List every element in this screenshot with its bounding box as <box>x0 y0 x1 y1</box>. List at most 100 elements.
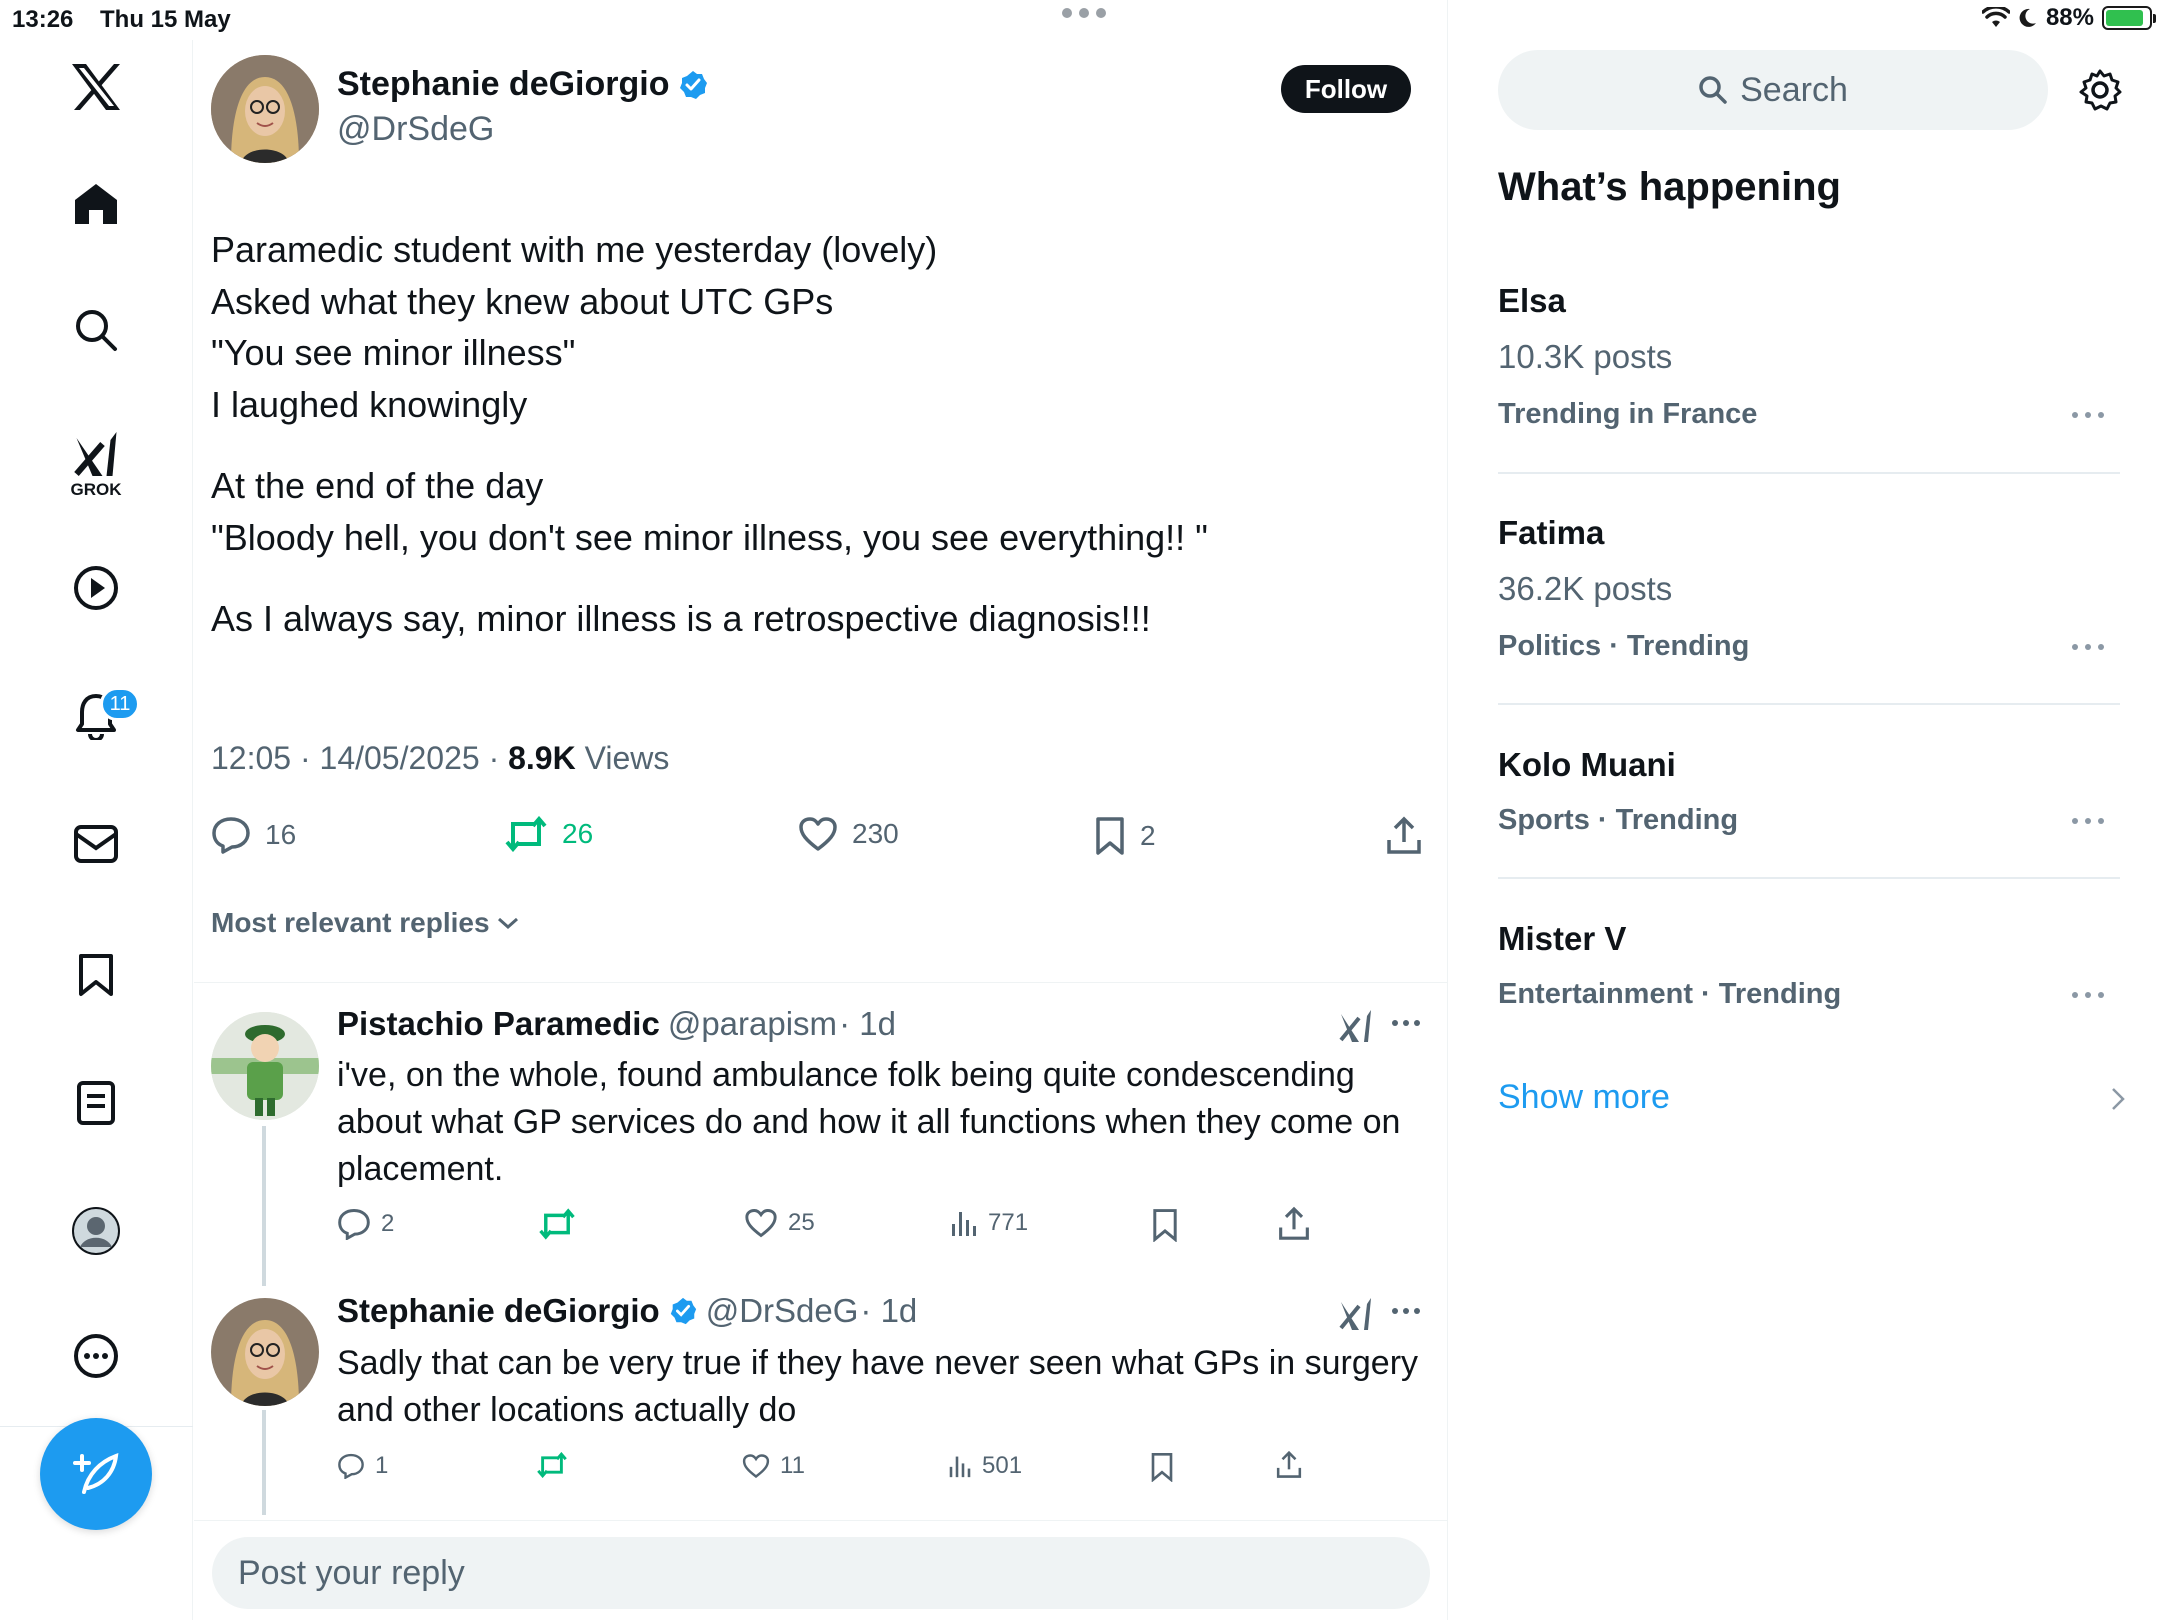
trend-title[interactable]: Fatima <box>1498 514 1604 552</box>
reply-reply-action[interactable]: 2 <box>337 1208 394 1240</box>
show-more-link[interactable]: Show more <box>1498 1078 1670 1117</box>
share-icon <box>1387 816 1421 854</box>
trend-post-count: 10.3K posts <box>1498 338 1673 375</box>
x-logo-icon[interactable] <box>70 62 122 112</box>
reply-sort-label: Most relevant replies <box>211 907 490 938</box>
author-name[interactable]: Stephanie deGiorgio <box>337 65 669 104</box>
messages-icon[interactable] <box>73 824 119 864</box>
trend-more-icon[interactable] <box>2072 818 2104 828</box>
reply-line: and other locations actually do <box>337 1391 797 1429</box>
search-input[interactable]: Search <box>1498 50 2048 130</box>
heart-icon <box>799 817 837 851</box>
repost-count: 26 <box>562 818 594 849</box>
like-count: 11 <box>780 1452 805 1479</box>
divider <box>1498 703 2120 705</box>
repost-action[interactable]: 26 <box>504 816 593 852</box>
trend-context: Sports · Trending <box>1498 804 1739 836</box>
reply-avatar[interactable] <box>211 1012 319 1120</box>
more-options-icon[interactable] <box>1392 1308 1420 1314</box>
reply-icon <box>338 1209 370 1240</box>
post-line: As I always say, minor illness is a retr… <box>211 598 1151 639</box>
bookmark-count: 2 <box>1140 820 1156 851</box>
reply-input-placeholder: Post your reply <box>238 1553 465 1592</box>
trend-more-icon[interactable] <box>2072 644 2104 654</box>
thread-connector <box>262 1410 266 1515</box>
reply-action[interactable]: 16 <box>211 816 296 854</box>
reply-count: 1 <box>375 1452 389 1479</box>
notifications-badge: 11 <box>100 687 140 721</box>
more-icon[interactable] <box>73 1333 119 1379</box>
like-count: 25 <box>788 1209 815 1236</box>
author-handle[interactable]: @DrSdeG <box>337 110 494 149</box>
reply-like-action[interactable]: 11 <box>742 1452 805 1480</box>
trend-title[interactable]: Elsa <box>1498 282 1566 320</box>
reply-count: 16 <box>265 819 297 850</box>
divider <box>1498 472 2120 474</box>
share-icon[interactable] <box>1276 1450 1302 1480</box>
reply-input[interactable]: Post your reply <box>212 1537 1430 1609</box>
repost-icon <box>539 1208 575 1240</box>
home-icon[interactable] <box>73 182 119 226</box>
author-name-row: Stephanie deGiorgio <box>337 65 709 104</box>
bookmarks-icon[interactable] <box>77 952 115 998</box>
left-navigation: GROK 11 <box>0 40 193 1620</box>
reply-text: i've, on the whole, found ambulance folk… <box>337 1052 1427 1193</box>
reply-count: 2 <box>381 1210 395 1237</box>
reply-line: i've, on the whole, found ambulance folk… <box>337 1056 1355 1094</box>
thread-connector <box>262 1126 266 1286</box>
compose-feather-icon <box>73 1452 119 1494</box>
view-count: 8.9K <box>508 740 576 776</box>
reply-author-handle[interactable]: @DrSdeG <box>706 1292 859 1330</box>
reply-repost-action[interactable] <box>536 1452 568 1478</box>
view-count: 501 <box>982 1452 1023 1479</box>
trend-title[interactable]: Mister V <box>1498 920 1626 958</box>
profile-icon[interactable] <box>71 1206 121 1256</box>
post-line: "You see minor illness" <box>211 332 576 373</box>
trend-context: Politics · Trending <box>1498 630 1750 662</box>
reply-icon <box>338 1453 364 1479</box>
views-label: Views <box>575 740 670 776</box>
reply-author-name[interactable]: Stephanie deGiorgio <box>337 1292 660 1330</box>
bookmark-icon <box>1096 817 1124 855</box>
post-detail-column: Stephanie deGiorgio @DrSdeG Follow Param… <box>194 0 1448 1620</box>
analytics-icon <box>952 1212 976 1236</box>
trend-title[interactable]: Kolo Muani <box>1498 746 1676 784</box>
bookmark-action[interactable]: 2 <box>1094 816 1156 856</box>
compose-post-button[interactable] <box>40 1418 152 1530</box>
reply-age[interactable]: · 1d <box>860 1292 917 1330</box>
reply-repost-action[interactable] <box>538 1208 576 1240</box>
author-avatar[interactable] <box>211 55 319 163</box>
reply-author-name[interactable]: Pistachio Paramedic <box>337 1005 660 1043</box>
post-line: Asked what they knew about UTC GPs <box>211 280 834 322</box>
post-timestamp[interactable]: 12:05 · 14/05/2025 · <box>211 740 508 776</box>
reply-sort-dropdown[interactable]: Most relevant replies <box>211 907 520 939</box>
grok-label: GROK <box>70 480 122 499</box>
reply-author-handle[interactable]: @parapism <box>668 1005 837 1043</box>
reply-views-action[interactable]: 501 <box>948 1452 1022 1480</box>
post-metadata: 12:05 · 14/05/2025 · 8.9K Views <box>211 740 669 777</box>
more-options-icon[interactable] <box>1392 1020 1420 1026</box>
trend-more-icon[interactable] <box>2072 992 2104 1002</box>
trend-context: Entertainment · Trending <box>1498 978 1842 1010</box>
lists-icon[interactable] <box>76 1080 116 1126</box>
divider <box>1498 877 2120 879</box>
reply-like-action[interactable]: 25 <box>744 1208 815 1238</box>
bookmark-icon[interactable] <box>1151 1208 1179 1242</box>
share-action[interactable] <box>1386 816 1422 856</box>
video-icon[interactable] <box>73 565 119 611</box>
grok-explain-icon[interactable] <box>1339 1008 1373 1044</box>
reply-reply-action[interactable]: 1 <box>337 1452 388 1480</box>
search-icon[interactable] <box>74 308 118 352</box>
share-icon[interactable] <box>1278 1206 1310 1242</box>
reply-avatar[interactable] <box>211 1298 319 1406</box>
grok-icon[interactable]: GROK <box>71 430 122 500</box>
reply-views-action[interactable]: 771 <box>950 1208 1028 1238</box>
reply-age[interactable]: · 1d <box>839 1005 896 1043</box>
bookmark-icon[interactable] <box>1150 1452 1174 1482</box>
trend-more-icon[interactable] <box>2072 412 2104 422</box>
follow-button[interactable]: Follow <box>1281 65 1411 113</box>
grok-explain-icon[interactable] <box>1339 1296 1373 1332</box>
post-blank-line <box>211 563 1431 593</box>
settings-gear-icon[interactable] <box>2078 68 2122 112</box>
like-action[interactable]: 230 <box>798 816 899 852</box>
